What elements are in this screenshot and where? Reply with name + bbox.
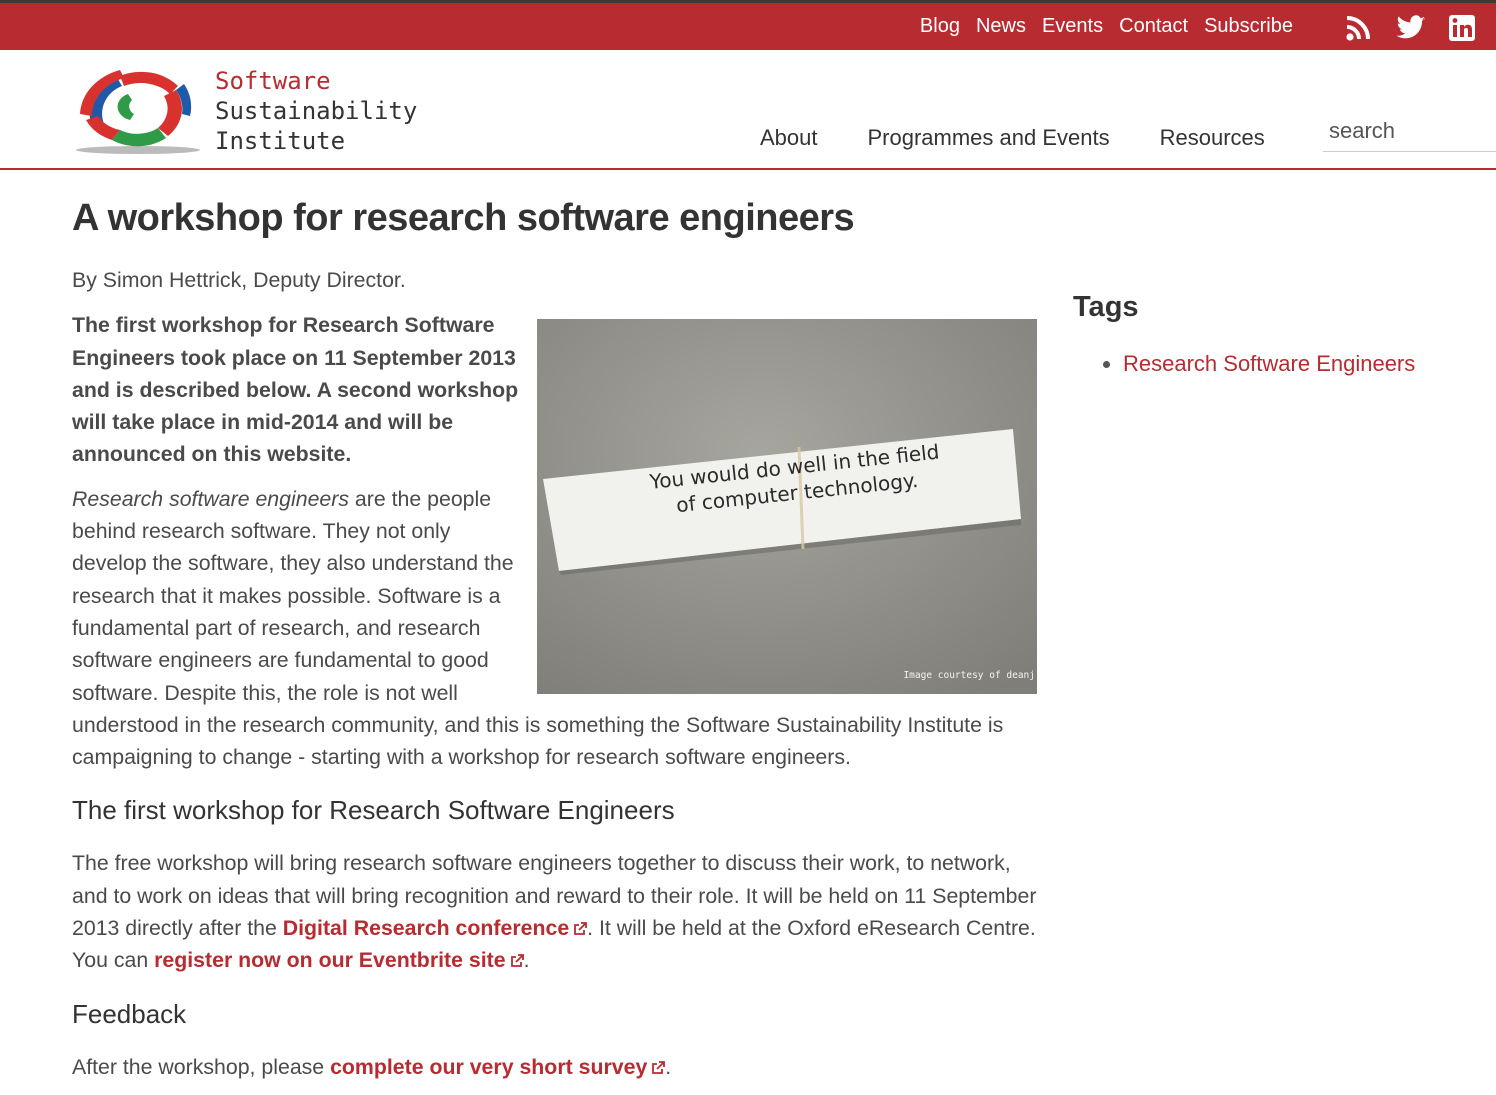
social-links bbox=[1344, 14, 1478, 42]
article-byline: By Simon Hettrick, Deputy Director. bbox=[72, 268, 406, 292]
eventbrite-link-label: register now on our Eventbrite site bbox=[154, 948, 506, 973]
feedback-text-b: . bbox=[665, 1054, 672, 1079]
survey-link-label: complete our very short survey bbox=[330, 1054, 648, 1079]
main-nav: About Programmes and Events Resources bbox=[760, 123, 1265, 153]
top-link-contact[interactable]: Contact bbox=[1119, 13, 1188, 39]
external-link-icon bbox=[510, 954, 524, 968]
top-bar: Blog News Events Contact Subscribe bbox=[0, 0, 1496, 50]
top-link-blog[interactable]: Blog bbox=[920, 13, 960, 39]
paragraph-feedback: After the workshop, please complete our … bbox=[72, 1051, 1037, 1083]
twitter-icon[interactable] bbox=[1396, 14, 1426, 42]
paragraph-workshop: The free workshop will bring research so… bbox=[72, 847, 1037, 976]
nav-resources[interactable]: Resources bbox=[1160, 123, 1265, 153]
top-links: Blog News Events Contact Subscribe bbox=[920, 13, 1293, 39]
photo-background-icon bbox=[537, 319, 1037, 695]
tags-list: Research Software Engineers bbox=[1073, 349, 1473, 379]
site-logo[interactable]: Software Sustainability Institute bbox=[72, 64, 417, 156]
nav-programmes-and-events[interactable]: Programmes and Events bbox=[868, 123, 1110, 153]
linkedin-icon[interactable] bbox=[1448, 14, 1478, 42]
nav-about[interactable]: About bbox=[760, 123, 818, 153]
tag-item: Research Software Engineers bbox=[1123, 349, 1473, 379]
section-heading-first-workshop: The first workshop for Research Software… bbox=[72, 795, 675, 826]
survey-link[interactable]: complete our very short survey bbox=[330, 1054, 666, 1079]
site-header: Software Sustainability Institute About … bbox=[0, 50, 1496, 170]
logo-line-sustainability: Sustainability bbox=[215, 97, 418, 125]
page-title: A workshop for research software enginee… bbox=[72, 197, 855, 239]
rse-emphasis: Research software engineers bbox=[72, 486, 350, 511]
search-input[interactable] bbox=[1323, 110, 1496, 152]
digital-research-link-label: Digital Research conference bbox=[282, 916, 570, 941]
section-heading-feedback: Feedback bbox=[72, 998, 187, 1029]
rss-icon[interactable] bbox=[1344, 14, 1374, 42]
eventbrite-link[interactable]: register now on our Eventbrite site bbox=[154, 948, 524, 973]
logo-wordmark: Software Sustainability Institute bbox=[215, 66, 417, 156]
tags-heading: Tags bbox=[1073, 291, 1139, 323]
tag-link-research-software-engineers[interactable]: Research Software Engineers bbox=[1123, 351, 1415, 376]
feedback-text-a: After the workshop, please bbox=[72, 1054, 331, 1079]
sidebar: Tags Research Software Engineers bbox=[1073, 287, 1473, 379]
logo-line-institute: Institute bbox=[215, 127, 346, 155]
top-link-subscribe[interactable]: Subscribe bbox=[1204, 13, 1293, 39]
article-image: You would do well in the field of comput… bbox=[537, 319, 1037, 695]
image-credit: Image courtesy of deanj bbox=[903, 670, 1035, 681]
article-body: By Simon Hettrick, Deputy Director. You … bbox=[72, 264, 1037, 1095]
logo-line-software: Software bbox=[215, 67, 331, 95]
digital-research-conference-link[interactable]: Digital Research conference bbox=[282, 916, 588, 941]
logo-mark-icon bbox=[76, 70, 200, 154]
top-link-news[interactable]: News bbox=[976, 13, 1026, 39]
external-link-icon bbox=[652, 1060, 666, 1074]
workshop-text-c: . bbox=[523, 948, 530, 973]
external-link-icon bbox=[574, 922, 588, 935]
top-link-events[interactable]: Events bbox=[1042, 13, 1103, 39]
